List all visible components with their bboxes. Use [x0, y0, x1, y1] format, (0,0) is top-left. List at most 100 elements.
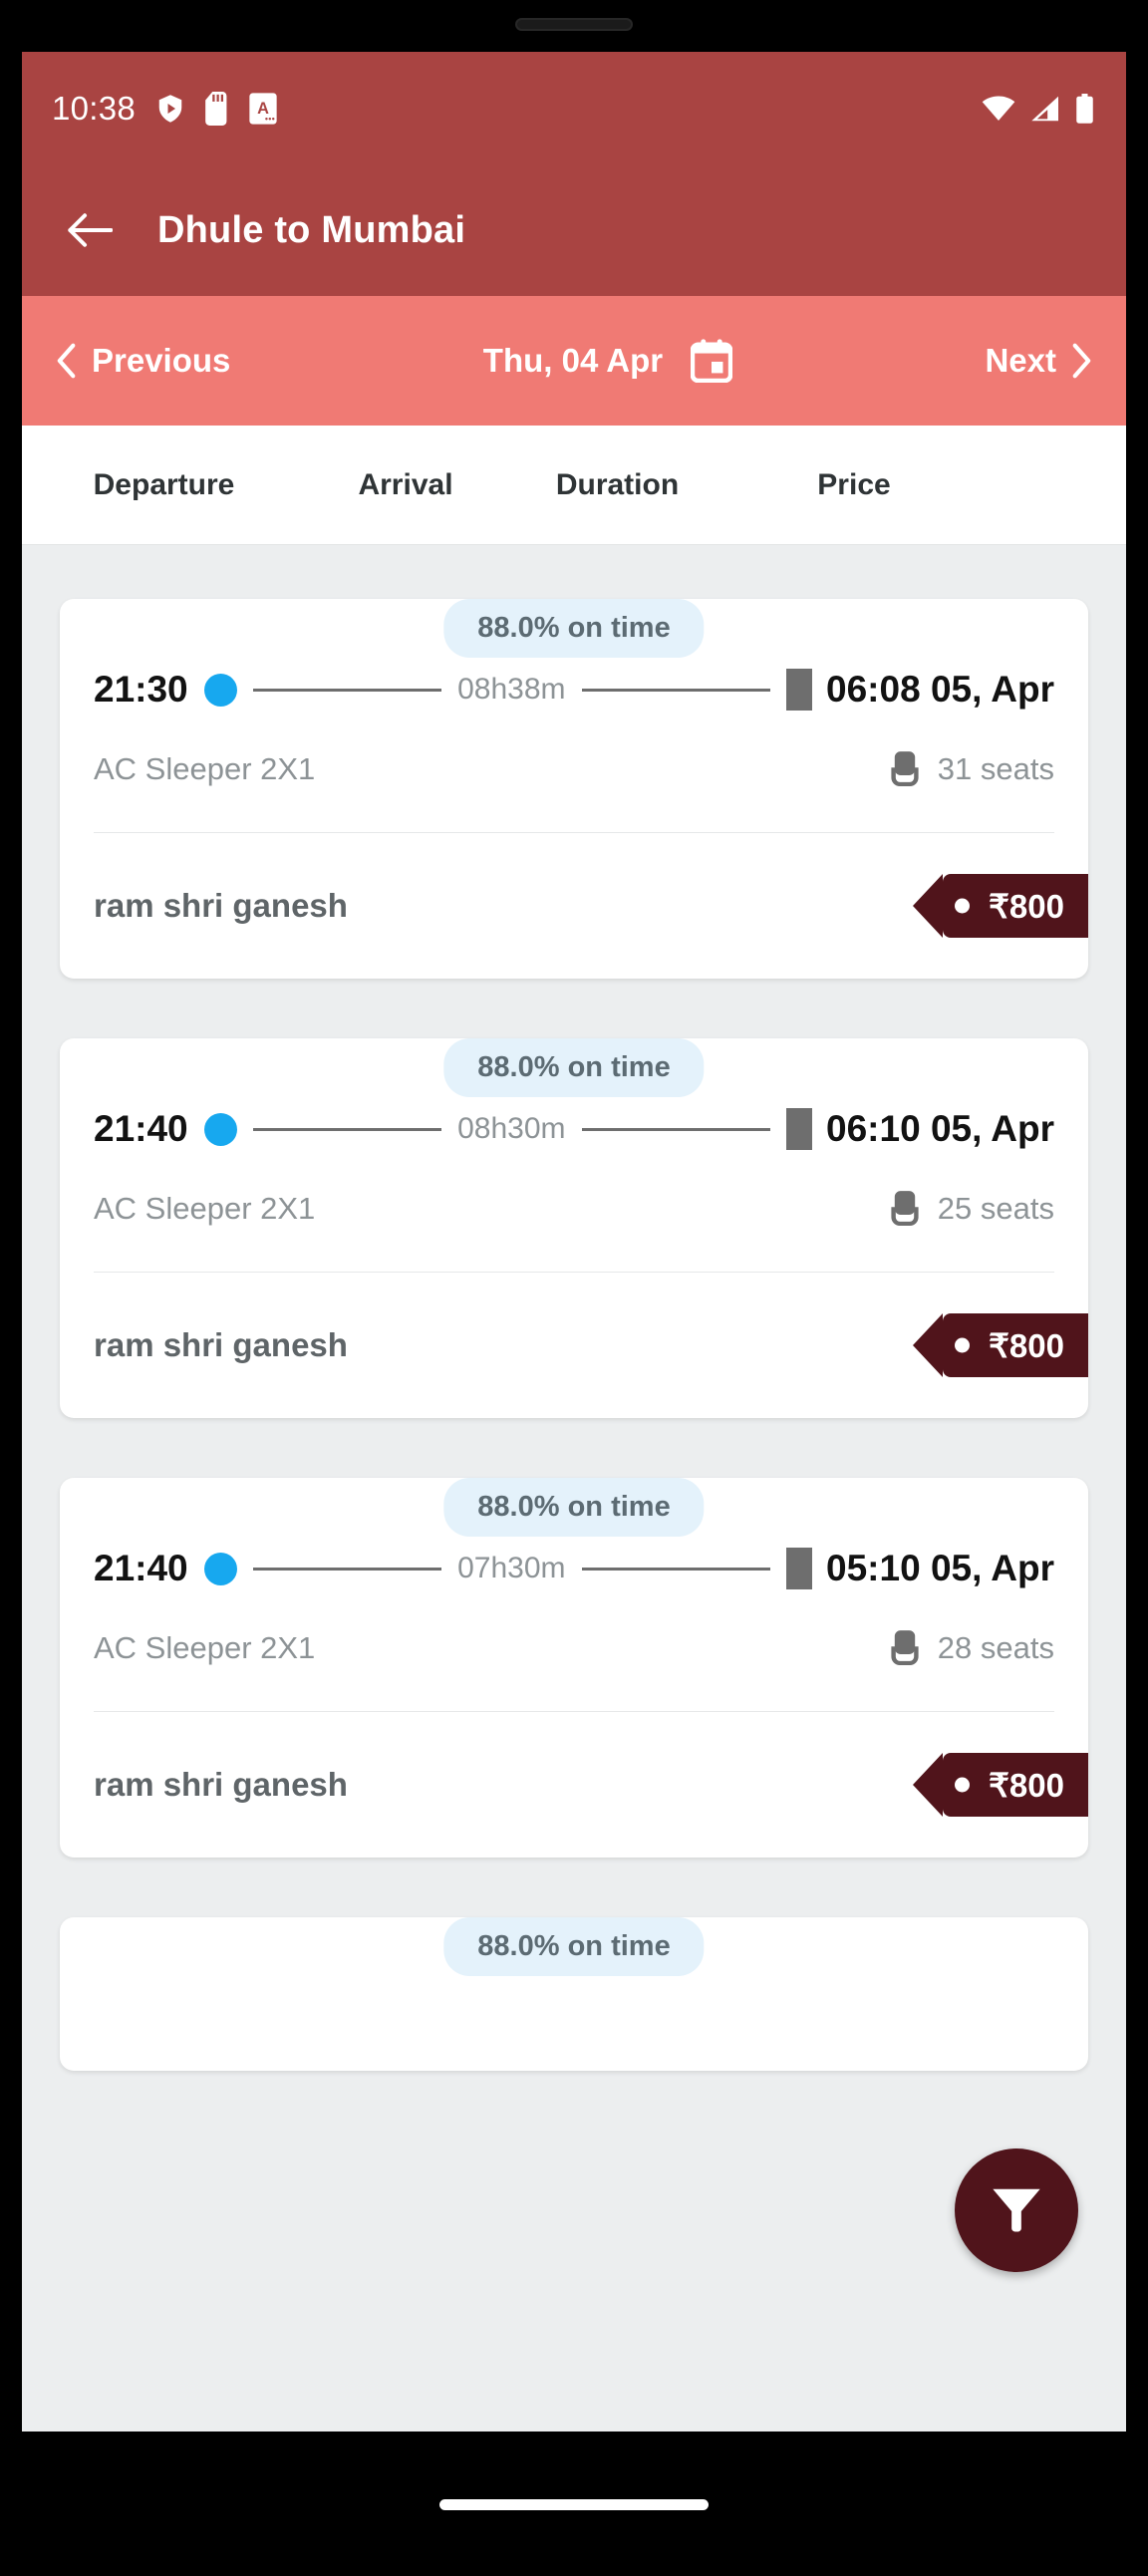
seats-available: 31 seats [888, 750, 1054, 788]
bus-type-row: AC Sleeper 2X1 25 seats [94, 1190, 1054, 1272]
arrival-time: 06:08 05, Apr [826, 669, 1055, 710]
bus-timeline-row: 21:40 07h30m 05:10 05, Apr [94, 1534, 1054, 1589]
on-time-badge: 88.0% on time [443, 1038, 705, 1097]
bus-type: AC Sleeper 2X1 [94, 1630, 316, 1665]
status-notification-icons: A [155, 91, 278, 126]
status-bar-right [982, 93, 1094, 124]
previous-label: Previous [92, 342, 231, 379]
seat-count: 28 seats [937, 1630, 1054, 1665]
back-button[interactable] [58, 198, 122, 262]
cellular-signal-icon [1031, 96, 1058, 121]
page-title: Dhule to Mumbai [157, 208, 466, 251]
earpiece-speaker [515, 18, 633, 31]
on-time-badge: 88.0% on time [443, 1478, 705, 1537]
timeline-line-left [252, 1127, 442, 1131]
status-time: 10:38 [52, 89, 137, 127]
status-bar-left: 10:38 A [52, 90, 278, 128]
calendar-icon [691, 339, 733, 383]
arrival-marker-icon [786, 1108, 813, 1150]
app-bar: Dhule to Mumbai [22, 164, 1126, 296]
departure-dot-icon [203, 1112, 237, 1146]
departure-time: 21:30 [94, 669, 188, 710]
departure-time: 21:40 [94, 1108, 188, 1149]
date-navigation-bar: Previous Thu, 04 Apr Next [22, 296, 1126, 426]
operator-price-row: ram shri ganesh ₹800 [94, 1273, 1088, 1418]
operator-name: ram shri ganesh [94, 1766, 348, 1803]
trip-duration: 07h30m [457, 1552, 566, 1584]
price-tag[interactable]: ₹800 [912, 1313, 1088, 1377]
home-indicator[interactable] [439, 2499, 709, 2510]
status-bar: 10:38 A [22, 52, 1126, 164]
bus-result-item[interactable]: 88.0% on time [60, 1917, 1088, 2071]
seat-count: 31 seats [937, 751, 1054, 786]
filter-funnel-icon [993, 2188, 1040, 2232]
price-tag[interactable]: ₹800 [912, 874, 1088, 938]
battery-icon [1076, 93, 1093, 124]
timeline-line-left [252, 688, 442, 692]
arrival-marker-icon [786, 1548, 813, 1589]
bus-type-row: AC Sleeper 2X1 31 seats [94, 750, 1054, 832]
trip-duration: 08h30m [457, 1112, 566, 1145]
departure-dot-icon [203, 1552, 237, 1585]
selected-date: Thu, 04 Apr [482, 342, 664, 379]
sd-card-icon [205, 91, 227, 126]
seat-icon [891, 1191, 919, 1226]
bus-timeline-row: 21:40 08h30m 06:10 05, Apr [94, 1094, 1054, 1150]
bus-type-row: AC Sleeper 2X1 28 seats [94, 1629, 1054, 1711]
bus-results-list[interactable]: 88.0% on time 21:30 08h38m 06:08 05, Apr… [22, 545, 1126, 2432]
previous-day-button[interactable]: Previous [56, 342, 230, 380]
on-time-badge: 88.0% on time [443, 599, 705, 658]
departure-time: 21:40 [94, 1548, 188, 1588]
price-tag-hole-icon [954, 1337, 970, 1353]
departure-dot-icon [203, 673, 237, 707]
operator-name: ram shri ganesh [94, 887, 348, 924]
price-value: ₹800 [988, 1766, 1064, 1804]
seat-icon [891, 1630, 919, 1665]
timeline-line-left [252, 1567, 442, 1571]
bus-timeline-row: 21:30 08h38m 06:08 05, Apr [94, 655, 1054, 711]
chevron-left-icon [57, 343, 76, 379]
on-time-badge: 88.0% on time [443, 1917, 705, 1976]
price-tag-hole-icon [954, 898, 970, 914]
bus-result-item[interactable]: 88.0% on time 21:40 08h30m 06:10 05, Apr… [60, 1038, 1088, 1418]
operator-price-row: ram shri ganesh ₹800 [94, 833, 1088, 979]
next-label: Next [985, 342, 1056, 379]
timeline-line-right [581, 688, 771, 692]
seat-icon [891, 751, 919, 786]
seats-available: 25 seats [888, 1190, 1054, 1228]
price-tag-hole-icon [954, 1777, 970, 1793]
next-day-button[interactable]: Next [985, 342, 1092, 380]
arrival-time: 06:10 05, Apr [826, 1108, 1055, 1149]
column-header-duration[interactable]: Duration [505, 468, 729, 502]
column-header-departure[interactable]: Departure [22, 468, 306, 502]
chevron-right-icon [1072, 343, 1091, 379]
arrival-time: 05:10 05, Apr [826, 1548, 1055, 1588]
timeline-line-right [581, 1127, 771, 1131]
seats-available: 28 seats [888, 1629, 1054, 1667]
wifi-icon [982, 96, 1015, 121]
seat-count: 25 seats [937, 1191, 1054, 1226]
bus-result-item[interactable]: 88.0% on time 21:40 07h30m 05:10 05, Apr… [60, 1478, 1088, 1858]
bus-type: AC Sleeper 2X1 [94, 751, 316, 786]
column-header-price[interactable]: Price [729, 468, 979, 502]
bus-type: AC Sleeper 2X1 [94, 1191, 316, 1226]
column-headers: Departure Arrival Duration Price [22, 426, 1126, 545]
operator-name: ram shri ganesh [94, 1326, 348, 1363]
trip-duration: 08h38m [457, 673, 566, 706]
phone-frame: 10:38 A Dhule to Mumbai Previous Thu, 04… [0, 0, 1148, 2576]
arrival-marker-icon [786, 669, 813, 711]
bus-type-row [94, 2027, 1054, 2071]
price-value: ₹800 [988, 887, 1064, 925]
svg-text:A: A [257, 99, 269, 117]
operator-price-row: ram shri ganesh ₹800 [94, 1712, 1088, 1858]
price-value: ₹800 [988, 1326, 1064, 1364]
price-tag[interactable]: ₹800 [912, 1753, 1088, 1817]
date-picker-button[interactable]: Thu, 04 Apr [230, 339, 985, 383]
back-arrow-icon [68, 213, 113, 247]
phone-screen: 10:38 A Dhule to Mumbai Previous Thu, 04… [22, 52, 1126, 2432]
column-header-arrival[interactable]: Arrival [306, 468, 505, 502]
bus-result-item[interactable]: 88.0% on time 21:30 08h38m 06:08 05, Apr… [60, 599, 1088, 979]
timeline-line-right [581, 1567, 771, 1571]
letter-a-icon: A [249, 92, 277, 125]
filter-fab-button[interactable] [955, 2148, 1078, 2272]
